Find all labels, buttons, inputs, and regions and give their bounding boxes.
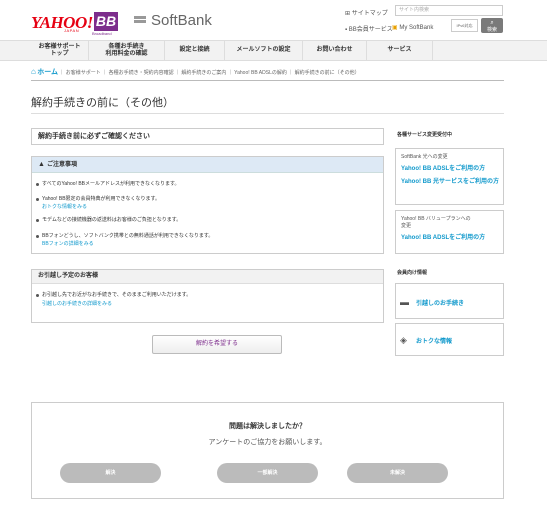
- bullet-icon: [36, 235, 39, 238]
- nav-contact[interactable]: お問い合わせ: [303, 41, 367, 60]
- sidebar-box-value-plan: Yahoo! BB バリュープランへの 変更 Yahoo! BB ADSLをご利…: [395, 210, 504, 254]
- notice-heading-label: ご注意事項: [46, 162, 77, 168]
- search-button-label: 検索: [486, 27, 497, 33]
- notice-item: モデムなどの接続機器の返送料はお客様のご負担となります。: [42, 217, 182, 223]
- breadcrumb: ⌂ ホーム ｜ お客様サポート ｜ 各種お手続き・契約内容確認 ｜ 解約手続きの…: [31, 67, 360, 77]
- survey-panel: 問題は解決しましたか？ アンケートのご協力をお願いします。 解決 一部解決 未解…: [31, 402, 504, 499]
- truck-icon: ▬: [400, 297, 409, 307]
- notice-heading: ▲ ご注意事項: [32, 157, 383, 173]
- bullet-icon: [36, 183, 39, 186]
- sidebar-box-caption: SoftBank 光への変更: [401, 154, 448, 160]
- moving-details-link[interactable]: 引越しのお手続きの詳細をみる: [42, 301, 112, 308]
- bb-member-service-link[interactable]: ▪ BB会員サービス: [345, 24, 393, 33]
- notice-item: すべてのYahoo! BBメールアドレスが利用できなくなります。: [42, 181, 180, 187]
- moving-details-link-label[interactable]: 引越しのお手続きの詳細をみる: [42, 301, 112, 307]
- softbank-bars-icon: [134, 16, 146, 27]
- nav-settings-connection[interactable]: 設定と接続: [165, 41, 225, 60]
- bbphone-link[interactable]: BBフォンの詳細をみる: [42, 241, 94, 248]
- bullet-icon: [36, 219, 39, 222]
- search-input[interactable]: サイト内検索: [395, 5, 503, 16]
- sitemap-link[interactable]: ⊞ サイトマップ: [345, 8, 388, 17]
- bbphone-link-label[interactable]: BBフォンの詳細をみる: [42, 241, 94, 247]
- softbank-logo-text: SoftBank: [151, 12, 212, 29]
- mysoftbank-label: My SoftBank: [399, 25, 434, 31]
- bb-logo-mark[interactable]: BB: [94, 12, 118, 31]
- notice-panel: ▲ ご注意事項 すべてのYahoo! BBメールアドレスが利用できなくなります。 …: [31, 156, 384, 254]
- ipv6-badge: IPv6対応: [451, 19, 478, 32]
- nav-services[interactable]: サービス: [367, 41, 433, 60]
- nav-label: 各種お手続き: [108, 43, 145, 50]
- deals-link[interactable]: おトクな情報をみる: [42, 204, 87, 211]
- sidebar-link-adsl-user[interactable]: Yahoo! BB ADSLをご利用の方: [401, 234, 485, 242]
- page-title: 解約手続きの前に（その他）: [31, 97, 174, 109]
- global-nav: お客様サポート トップ 各種お手続き 利用料金の確認 設定と接続 メールソフトの設定…: [0, 40, 547, 61]
- sitemap-icon: ⊞: [345, 11, 352, 17]
- yahoo-bb-logo[interactable]: YAHOO!: [31, 13, 93, 33]
- sidebar-box-softbank-hikari: SoftBank 光への変更 Yahoo! BB ADSLをご利用の方 Yaho…: [395, 148, 504, 205]
- nav-label: メールソフトの設定: [236, 47, 291, 53]
- bullet-icon: [36, 294, 39, 297]
- tag-icon: ◈: [400, 335, 407, 345]
- nav-label: サービス: [387, 47, 412, 53]
- broadband-sublabel: Broadband: [92, 31, 112, 36]
- bb-member-label: BB会員サービス: [348, 27, 393, 33]
- sidebar-link-deals-label[interactable]: おトクな情報: [416, 336, 452, 345]
- sidebar-link-adsl-user[interactable]: Yahoo! BB ADSLをご利用の方: [401, 165, 485, 173]
- sidebar-box-caption: 変更: [401, 223, 412, 229]
- nav-label: 設定と接続: [179, 47, 210, 53]
- bullet-icon: [36, 198, 39, 201]
- nav-mail-settings[interactable]: メールソフトの設定: [225, 41, 303, 60]
- breadcrumb-path[interactable]: ｜ お客様サポート ｜ 各種お手続き・契約内容確認 ｜ 解約手続きのご案内 ｜ …: [59, 70, 359, 76]
- sidebar-box-caption: Yahoo! BB バリュープランへの: [401, 216, 471, 222]
- breadcrumb-home[interactable]: ホーム: [37, 69, 58, 76]
- survey-solved-button[interactable]: 解決: [60, 463, 161, 483]
- breadcrumb-divider: [31, 80, 504, 81]
- moving-item: お引越し先でお近がなお手続きで、そのままご利用いただけます。: [42, 292, 192, 298]
- sidebar-link-moving[interactable]: ▬ 引越しのお手続き: [395, 283, 504, 319]
- sidebar-section-title: 会員向け情報: [397, 270, 428, 276]
- sidebar-section-title: 各種サービス変更受付中: [397, 132, 453, 138]
- notice-item: BBフォンどうし、ソフトバンク携帯との無料通話が利用できなくなります。: [42, 233, 214, 239]
- deals-link-label[interactable]: おトクな情報をみる: [42, 204, 87, 210]
- survey-question: 問題は解決しましたか？: [229, 423, 306, 430]
- survey-partial-button[interactable]: 一部解決: [217, 463, 318, 483]
- nav-label: お問い合わせ: [316, 47, 353, 53]
- warning-icon: ▲: [38, 161, 45, 168]
- survey-unsolved-button[interactable]: 未解決: [347, 463, 448, 483]
- sitemap-label: サイトマップ: [351, 11, 388, 17]
- mysoftbank-link[interactable]: ▣ My SoftBank: [392, 24, 433, 31]
- nav-support-top[interactable]: お客様サポート トップ: [31, 41, 89, 60]
- notice-item: Yahoo! BB限定の会員特典が利用できなくなります。: [42, 196, 161, 202]
- survey-subtext: アンケートのご協力をお願いします。: [208, 439, 327, 446]
- nav-label: トップ: [50, 50, 69, 57]
- nav-procedures[interactable]: 各種お手続き 利用料金の確認: [89, 41, 165, 60]
- sidebar-link-hikari-user[interactable]: Yahoo! BB 光サービスをご利用の方: [401, 178, 501, 186]
- site-header: YAHOO! JAPAN BB Broadband SoftBank ⊞ サイト…: [0, 0, 547, 40]
- moving-panel: お引越し予定のお客様 お引越し先でお近がなお手続きで、そのままご利用いただけます…: [31, 269, 384, 323]
- home-icon: ⌂: [31, 67, 36, 76]
- search-button[interactable]: ⌕ 検索: [481, 18, 503, 33]
- nav-label: お客様サポート: [38, 43, 81, 50]
- title-divider: [31, 113, 504, 114]
- apply-cancellation-button[interactable]: 解約を希望する: [152, 335, 282, 354]
- confirm-heading: 解約手続き前に必ずご確認ください: [31, 128, 384, 145]
- nav-label: 利用料金の確認: [105, 50, 148, 57]
- moving-heading: お引越し予定のお客様: [32, 270, 383, 284]
- sidebar-link-moving-label[interactable]: 引越しのお手続き: [416, 298, 464, 307]
- yahoo-japan-sublabel: JAPAN: [64, 28, 80, 33]
- sidebar-link-deals[interactable]: ◈ おトクな情報: [395, 323, 504, 356]
